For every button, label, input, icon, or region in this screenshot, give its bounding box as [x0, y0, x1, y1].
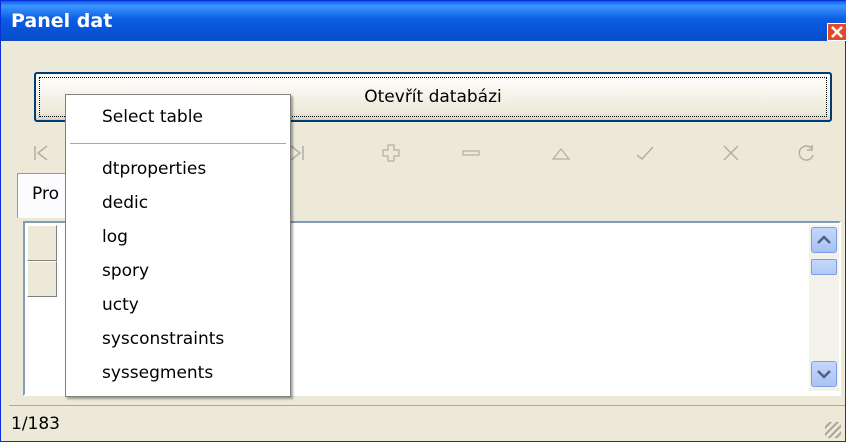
chevron-down-icon	[817, 370, 831, 379]
popup-item[interactable]: ucty	[102, 295, 139, 321]
chevron-up-icon	[817, 235, 831, 244]
close-icon	[831, 26, 843, 38]
popup-item[interactable]: dedic	[102, 193, 148, 219]
title-bar[interactable]: Panel dat	[1, 1, 846, 41]
popup-separator	[70, 143, 286, 144]
window-title: Panel dat	[11, 10, 113, 32]
cancel-record-icon[interactable]	[713, 135, 749, 171]
grid-row-indicator[interactable]	[27, 261, 57, 297]
popup-header: Select table	[66, 95, 290, 139]
record-position: 1/183	[11, 414, 60, 434]
popup-item[interactable]: dtproperties	[102, 159, 206, 185]
popup-header-label: Select table	[102, 107, 203, 127]
post-record-icon[interactable]	[627, 135, 663, 171]
scroll-up-button[interactable]	[811, 227, 837, 253]
select-table-popup: Select table dtproperties dedic log spor…	[65, 94, 291, 397]
status-cell: 1/183	[9, 408, 845, 440]
status-bar: 1/183	[9, 405, 845, 442]
popup-item[interactable]: log	[102, 227, 128, 253]
edit-record-icon[interactable]	[543, 135, 579, 171]
popup-item[interactable]: sysconstraints	[102, 329, 224, 355]
data-panel-window: Panel dat Otevřít databázi Pro 1/183 Sel…	[0, 0, 846, 442]
grid-corner-cell	[27, 225, 57, 261]
tab-properties-label: Pro	[32, 184, 59, 204]
popup-item[interactable]: spory	[102, 261, 149, 287]
close-button[interactable]	[827, 23, 846, 41]
resize-grip-icon[interactable]	[825, 422, 841, 438]
refresh-icon[interactable]	[789, 135, 825, 171]
delete-record-icon[interactable]	[453, 135, 489, 171]
first-record-icon[interactable]	[23, 135, 59, 171]
insert-record-icon[interactable]	[373, 135, 409, 171]
popup-item[interactable]: syssegments	[102, 363, 213, 389]
scroll-down-button[interactable]	[811, 361, 837, 387]
vertical-scrollbar[interactable]	[809, 225, 839, 391]
scroll-thumb[interactable]	[811, 259, 837, 275]
